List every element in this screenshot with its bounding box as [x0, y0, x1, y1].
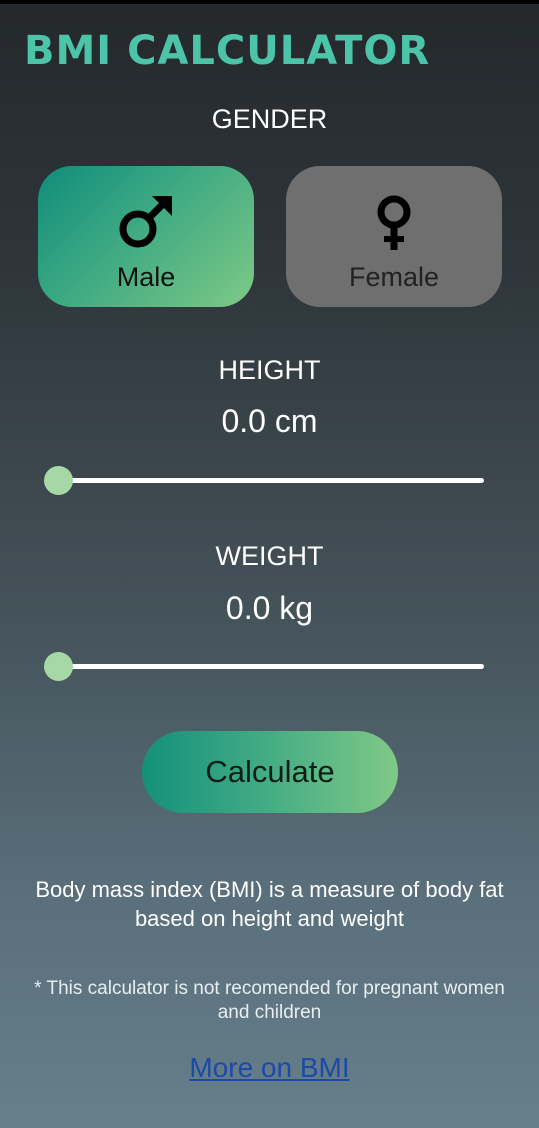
- male-symbol-icon: [119, 196, 172, 248]
- weight-slider-thumb[interactable]: [44, 652, 73, 681]
- male-label: Male: [116, 262, 176, 292]
- status-bar-edge: [0, 0, 539, 4]
- height-slider-track: [58, 478, 484, 483]
- height-label: HEIGHT: [218, 355, 321, 385]
- weight-slider[interactable]: [44, 651, 484, 681]
- weight-label: WEIGHT: [215, 541, 324, 571]
- male-option-button[interactable]: Male: [38, 166, 254, 307]
- calculate-button[interactable]: Calculate: [142, 731, 398, 813]
- weight-value: 0.0 kg: [225, 590, 314, 626]
- female-label: Female: [348, 262, 440, 292]
- disclaimer-note: * This calculator is not recomended for …: [34, 978, 505, 1023]
- app-title: BMI CALCULATOR: [24, 28, 431, 74]
- female-option-button[interactable]: Female: [286, 166, 502, 307]
- height-value: 0.0 cm: [221, 403, 318, 439]
- height-slider[interactable]: [44, 465, 484, 495]
- weight-slider-track: [58, 664, 484, 669]
- more-on-bmi-link[interactable]: More on BMI: [0, 1052, 539, 1084]
- female-symbol-icon: [377, 195, 411, 250]
- bmi-description: Body mass index (BMI) is a measure of bo…: [35, 877, 504, 931]
- height-slider-thumb[interactable]: [44, 466, 73, 495]
- gender-label: GENDER: [211, 104, 328, 134]
